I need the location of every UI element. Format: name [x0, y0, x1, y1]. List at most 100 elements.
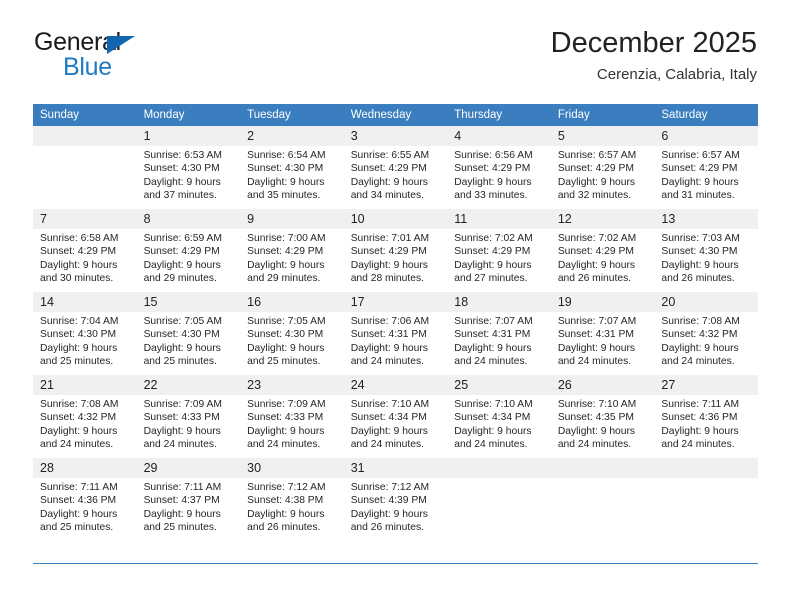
day-cell[interactable]: 17 Sunrise: 7:06 AM Sunset: 4:31 PM Dayl… [343, 292, 448, 375]
day-number: 2 [240, 126, 344, 146]
day-cell[interactable]: 31 Sunrise: 7:12 AM Sunset: 4:39 PM Dayl… [343, 458, 448, 541]
daylight-text-line2: and 37 minutes. [143, 190, 217, 202]
day-cell[interactable]: 13 Sunrise: 7:03 AM Sunset: 4:30 PM Dayl… [654, 209, 758, 292]
day-number: 17 [343, 292, 448, 312]
day-info [551, 478, 655, 481]
calendar-header-row: Sunday Monday Tuesday Wednesday Thursday… [33, 104, 758, 126]
day-cell[interactable]: 5 Sunrise: 6:57 AM Sunset: 4:29 PM Dayli… [550, 126, 655, 209]
sunset-text: Sunset: 4:31 PM [557, 329, 634, 341]
title-block: December 2025 Cerenzia, Calabria, Italy [551, 26, 757, 86]
day-cell[interactable]: 4 Sunrise: 6:56 AM Sunset: 4:29 PM Dayli… [447, 126, 551, 209]
sunrise-text: Sunrise: 7:10 AM [454, 399, 533, 410]
day-info [33, 146, 137, 149]
day-cell[interactable]: 8 Sunrise: 6:59 AM Sunset: 4:29 PM Dayli… [136, 209, 241, 292]
day-info: Sunrise: 7:11 AM Sunset: 4:36 PM Dayligh… [33, 478, 137, 535]
sunset-text: Sunset: 4:34 PM [350, 412, 427, 424]
sunrise-text: Sunrise: 6:58 AM [40, 233, 119, 244]
brand-logo[interactable]: General Blue [33, 26, 263, 86]
day-cell[interactable]: 20 Sunrise: 7:08 AM Sunset: 4:32 PM Dayl… [654, 292, 758, 375]
day-cell[interactable]: 22 Sunrise: 7:09 AM Sunset: 4:33 PM Dayl… [136, 375, 241, 458]
daylight-text-line1: Daylight: 9 hours [350, 508, 428, 520]
day-cell[interactable]: 12 Sunrise: 7:02 AM Sunset: 4:29 PM Dayl… [550, 209, 655, 292]
daylight-text-line2: and 24 minutes. [661, 439, 735, 451]
sunrise-text: Sunrise: 7:04 AM [40, 316, 119, 327]
daylight-text-line2: and 25 minutes. [143, 522, 217, 534]
sunset-text: Sunset: 4:31 PM [350, 329, 427, 341]
day-cell[interactable]: 26 Sunrise: 7:10 AM Sunset: 4:35 PM Dayl… [550, 375, 655, 458]
daylight-text-line2: and 32 minutes. [557, 190, 632, 202]
day-cell[interactable]: 28 Sunrise: 7:11 AM Sunset: 4:36 PM Dayl… [33, 458, 137, 541]
sunrise-text: Sunrise: 7:01 AM [350, 233, 430, 244]
daylight-text-line2: and 33 minutes. [454, 190, 528, 202]
daylight-text-line2: and 26 minutes. [661, 273, 735, 285]
sunset-text: Sunset: 4:36 PM [661, 412, 738, 424]
day-cell[interactable]: 29 Sunrise: 7:11 AM Sunset: 4:37 PM Dayl… [136, 458, 241, 541]
daylight-text-line2: and 34 minutes. [350, 190, 424, 202]
day-cell[interactable]: 14 Sunrise: 7:04 AM Sunset: 4:30 PM Dayl… [33, 292, 137, 375]
day-cell[interactable]: 11 Sunrise: 7:02 AM Sunset: 4:29 PM Dayl… [447, 209, 551, 292]
day-number: 19 [550, 292, 655, 312]
day-info: Sunrise: 6:55 AM Sunset: 4:29 PM Dayligh… [344, 146, 448, 203]
day-cell[interactable]: 21 Sunrise: 7:08 AM Sunset: 4:32 PM Dayl… [33, 375, 137, 458]
daylight-text-line1: Daylight: 9 hours [143, 425, 221, 437]
day-cell[interactable]: 24 Sunrise: 7:10 AM Sunset: 4:34 PM Dayl… [343, 375, 448, 458]
day-cell[interactable]: 19 Sunrise: 7:07 AM Sunset: 4:31 PM Dayl… [550, 292, 655, 375]
day-cell[interactable]: 7 Sunrise: 6:58 AM Sunset: 4:29 PM Dayli… [33, 209, 137, 292]
page-subtitle: Cerenzia, Calabria, Italy [596, 66, 757, 83]
day-cell[interactable]: 6 Sunrise: 6:57 AM Sunset: 4:29 PM Dayli… [654, 126, 758, 209]
day-info: Sunrise: 6:53 AM Sunset: 4:30 PM Dayligh… [137, 146, 241, 203]
day-cell[interactable]: 10 Sunrise: 7:01 AM Sunset: 4:29 PM Dayl… [343, 209, 448, 292]
sunrise-text: Sunrise: 7:09 AM [143, 399, 222, 410]
daylight-text-line1: Daylight: 9 hours [40, 259, 118, 271]
day-info: Sunrise: 6:56 AM Sunset: 4:29 PM Dayligh… [447, 146, 551, 203]
sunrise-text: Sunrise: 7:07 AM [557, 316, 637, 327]
day-cell[interactable]: 27 Sunrise: 7:11 AM Sunset: 4:36 PM Dayl… [654, 375, 758, 458]
day-number: 16 [240, 292, 344, 312]
day-cell[interactable] [654, 458, 758, 541]
sunset-text: Sunset: 4:38 PM [247, 495, 324, 507]
sunrise-text: Sunrise: 7:11 AM [661, 399, 740, 410]
sunrise-text: Sunrise: 7:02 AM [454, 233, 533, 244]
day-cell[interactable] [447, 458, 551, 541]
daylight-text-line1: Daylight: 9 hours [247, 508, 325, 520]
daylight-text-line2: and 24 minutes. [454, 356, 528, 368]
sunrise-text: Sunrise: 7:08 AM [40, 399, 119, 410]
day-number: 15 [136, 292, 241, 312]
daylight-text-line1: Daylight: 9 hours [661, 425, 739, 437]
day-cell[interactable]: 23 Sunrise: 7:09 AM Sunset: 4:33 PM Dayl… [240, 375, 344, 458]
daylight-text-line1: Daylight: 9 hours [40, 508, 118, 520]
daylight-text-line1: Daylight: 9 hours [143, 259, 221, 271]
sunset-text: Sunset: 4:34 PM [454, 412, 531, 424]
day-number: 23 [240, 375, 344, 395]
sunrise-text: Sunrise: 7:12 AM [350, 482, 430, 493]
daylight-text-line2: and 24 minutes. [454, 439, 528, 451]
day-cell[interactable]: 1 Sunrise: 6:53 AM Sunset: 4:30 PM Dayli… [136, 126, 241, 209]
day-cell[interactable]: 16 Sunrise: 7:05 AM Sunset: 4:30 PM Dayl… [240, 292, 344, 375]
daylight-text-line1: Daylight: 9 hours [247, 176, 325, 188]
day-cell[interactable]: 30 Sunrise: 7:12 AM Sunset: 4:38 PM Dayl… [240, 458, 344, 541]
daylight-text-line2: and 25 minutes. [40, 522, 114, 534]
day-cell[interactable]: 3 Sunrise: 6:55 AM Sunset: 4:29 PM Dayli… [343, 126, 448, 209]
sunset-text: Sunset: 4:29 PM [350, 163, 427, 175]
day-cell[interactable]: 2 Sunrise: 6:54 AM Sunset: 4:30 PM Dayli… [240, 126, 344, 209]
day-cell[interactable]: 9 Sunrise: 7:00 AM Sunset: 4:29 PM Dayli… [240, 209, 344, 292]
calendar-week-row: 7 Sunrise: 6:58 AM Sunset: 4:29 PM Dayli… [33, 209, 758, 292]
day-number: 24 [343, 375, 448, 395]
day-info: Sunrise: 6:54 AM Sunset: 4:30 PM Dayligh… [240, 146, 344, 203]
day-cell[interactable]: 18 Sunrise: 7:07 AM Sunset: 4:31 PM Dayl… [447, 292, 551, 375]
day-cell[interactable] [550, 458, 655, 541]
daylight-text-line1: Daylight: 9 hours [661, 342, 739, 354]
sunrise-text: Sunrise: 7:10 AM [557, 399, 637, 410]
day-cell[interactable]: 15 Sunrise: 7:05 AM Sunset: 4:30 PM Dayl… [136, 292, 241, 375]
day-number [654, 458, 758, 478]
day-info: Sunrise: 7:00 AM Sunset: 4:29 PM Dayligh… [240, 229, 344, 286]
day-cell[interactable]: 25 Sunrise: 7:10 AM Sunset: 4:34 PM Dayl… [447, 375, 551, 458]
sunrise-text: Sunrise: 7:10 AM [350, 399, 430, 410]
day-number: 27 [654, 375, 758, 395]
sunrise-text: Sunrise: 6:56 AM [454, 150, 533, 161]
day-info: Sunrise: 7:02 AM Sunset: 4:29 PM Dayligh… [447, 229, 551, 286]
day-number: 4 [447, 126, 551, 146]
day-number: 22 [136, 375, 241, 395]
day-cell[interactable] [33, 126, 137, 209]
sunrise-text: Sunrise: 6:53 AM [143, 150, 222, 161]
